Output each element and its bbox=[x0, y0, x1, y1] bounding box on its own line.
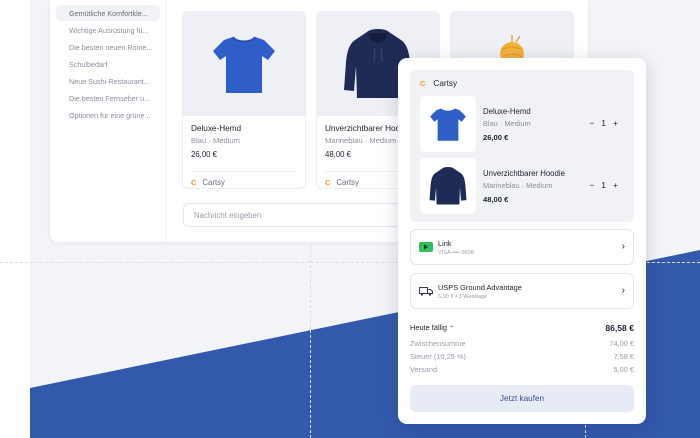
shipping-cost-label: Versand bbox=[410, 365, 438, 374]
item-thumbnail bbox=[420, 96, 476, 152]
cart-item: Unverzichtbarer Hoodie Marineblau · Medi… bbox=[420, 158, 624, 216]
payment-method-selector[interactable]: Link VISA •••• 0608 › bbox=[410, 229, 634, 265]
hoodie-icon bbox=[429, 167, 467, 205]
tax-row: Steuer (10,25 %) 7,58 € bbox=[410, 352, 634, 361]
conversation-sidebar: Gemütliche Komfortkle... Wichtige Ausrüs… bbox=[50, 0, 166, 242]
sidebar-item[interactable]: Neue Sushi-Restaurant... bbox=[56, 73, 160, 89]
truck-icon bbox=[419, 287, 433, 296]
chevron-up-icon: ⌃ bbox=[449, 326, 455, 332]
plus-button[interactable]: + bbox=[613, 180, 618, 190]
amount-due-label: Heute fällig bbox=[410, 323, 447, 332]
product-card[interactable]: Deluxe-Hemd Blau · Medium 26,00 € C Carts… bbox=[182, 11, 306, 189]
item-price: 26,00 € bbox=[483, 133, 509, 142]
divider bbox=[191, 171, 297, 172]
shipping-method-selector[interactable]: USPS Ground Advantage 5,00 € • 3 Werktag… bbox=[410, 273, 634, 309]
item-thumbnail bbox=[420, 158, 476, 214]
sidebar-item[interactable]: Optionen für eine grüne... bbox=[56, 107, 160, 123]
message-input[interactable]: Nachricht eingeben bbox=[183, 203, 423, 227]
link-pay-icon bbox=[419, 242, 433, 252]
left-margin bbox=[0, 0, 30, 438]
item-title: Deluxe-Hemd bbox=[483, 107, 531, 116]
chevron-right-icon: › bbox=[621, 241, 625, 252]
minus-button[interactable]: − bbox=[589, 180, 594, 190]
shipping-cost-value: 5,00 € bbox=[613, 365, 634, 374]
store-header: C Cartsy bbox=[420, 79, 457, 88]
store-label: C Cartsy bbox=[191, 178, 225, 187]
tax-value: 7,58 € bbox=[613, 352, 634, 361]
product-title: Deluxe-Hemd bbox=[191, 124, 242, 133]
store-name: Cartsy bbox=[202, 178, 225, 187]
tshirt-icon bbox=[430, 108, 466, 141]
shipping-cost-row: Versand 5,00 € bbox=[410, 365, 634, 374]
store-label: C Cartsy bbox=[325, 178, 359, 187]
sidebar-item[interactable]: Die besten neuen Rome... bbox=[56, 39, 160, 55]
buy-now-button[interactable]: Jetzt kaufen bbox=[410, 385, 634, 412]
product-image bbox=[183, 12, 305, 116]
shipping-detail: 5,00 € • 3 Werktage bbox=[438, 294, 488, 300]
item-title: Unverzichtbarer Hoodie bbox=[483, 169, 565, 178]
cart-item: Deluxe-Hemd Blau · Medium 26,00 € − 1 + bbox=[420, 96, 624, 154]
cartsy-logo-icon: C bbox=[191, 178, 197, 187]
quantity-stepper: − 1 + bbox=[589, 118, 618, 128]
cart-summary: C Cartsy Deluxe-Hemd Blau · Medium 26,00… bbox=[410, 70, 634, 222]
item-price: 48,00 € bbox=[483, 195, 509, 204]
tshirt-icon bbox=[213, 36, 275, 93]
product-variant: Blau · Medium bbox=[191, 136, 240, 145]
payment-detail: VISA •••• 0608 bbox=[438, 250, 474, 256]
sidebar-item[interactable]: Gemütliche Komfortkle... bbox=[56, 5, 160, 21]
tax-label: Steuer (10,25 %) bbox=[410, 352, 466, 361]
sidebar-item[interactable]: Schulbedarf bbox=[56, 56, 160, 72]
product-price: 48,00 € bbox=[325, 150, 352, 159]
subtotal-label: Zwischensumme bbox=[410, 339, 466, 348]
sidebar-item[interactable]: Die besten Fernseher u... bbox=[56, 90, 160, 106]
payment-title: Link bbox=[438, 239, 452, 248]
sidebar-item[interactable]: Wichtige Ausrüstung fü... bbox=[56, 22, 160, 38]
cartsy-logo-icon: C bbox=[325, 178, 331, 187]
store-name: Cartsy bbox=[336, 178, 359, 187]
product-price: 26,00 € bbox=[191, 150, 218, 159]
shipping-title: USPS Ground Advantage bbox=[438, 283, 522, 292]
store-name: Cartsy bbox=[433, 79, 458, 88]
quantity-value: 1 bbox=[601, 118, 607, 128]
subtotal-value: 74,00 € bbox=[609, 339, 634, 348]
amount-due-value: 86,58 € bbox=[605, 323, 634, 333]
chevron-right-icon: › bbox=[621, 285, 625, 296]
cartsy-logo-icon: C bbox=[420, 79, 426, 88]
item-variant: Marineblau · Medium bbox=[483, 181, 553, 190]
minus-button[interactable]: − bbox=[589, 118, 594, 128]
plus-button[interactable]: + bbox=[613, 118, 618, 128]
product-variant: Marineblau · Medium bbox=[325, 136, 397, 145]
quantity-value: 1 bbox=[601, 180, 607, 190]
quantity-stepper: − 1 + bbox=[589, 180, 618, 190]
subtotal-row: Zwischensumme 74,00 € bbox=[410, 339, 634, 348]
item-variant: Blau · Medium bbox=[483, 119, 531, 128]
amount-due-row[interactable]: Heute fällig ⌃ 86,58 € bbox=[410, 323, 634, 333]
checkout-modal: C Cartsy Deluxe-Hemd Blau · Medium 26,00… bbox=[398, 58, 646, 424]
